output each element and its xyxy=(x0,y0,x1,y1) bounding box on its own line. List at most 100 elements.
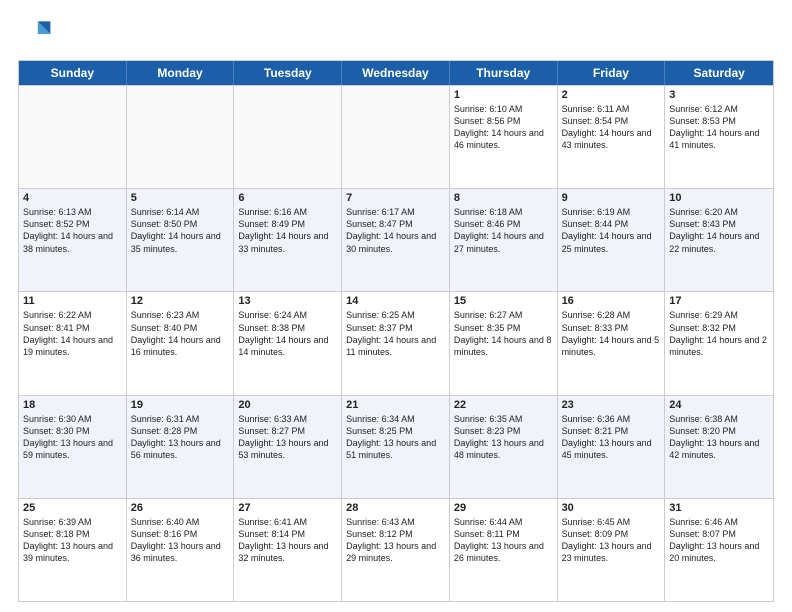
day-cell: 1Sunrise: 6:10 AM Sunset: 8:56 PM Daylig… xyxy=(450,86,558,188)
day-info: Sunrise: 6:28 AM Sunset: 8:33 PM Dayligh… xyxy=(562,309,661,358)
day-info: Sunrise: 6:16 AM Sunset: 8:49 PM Dayligh… xyxy=(238,206,337,255)
day-number: 4 xyxy=(23,192,122,204)
day-cell: 16 Sunrise: 6:28 AM Sunset: 8:33 PM Dayli… xyxy=(558,292,666,394)
day-cell: 15Sunrise: 6:27 AM Sunset: 8:35 PM Dayli… xyxy=(450,292,558,394)
day-number: 3 xyxy=(669,89,769,101)
week-row-4: 18 Sunrise: 6:30 AM Sunset: 8:30 PM Dayli… xyxy=(19,395,773,498)
day-cell xyxy=(19,86,127,188)
calendar: SundayMondayTuesdayWednesdayThursdayFrid… xyxy=(18,60,774,602)
day-info: Sunrise: 6:18 AM Sunset: 8:46 PM Dayligh… xyxy=(454,206,553,255)
day-cell: 30 Sunrise: 6:45 AM Sunset: 8:09 PM Dayli… xyxy=(558,499,666,601)
day-info: Sunrise: 6:43 AM Sunset: 8:12 PM Dayligh… xyxy=(346,516,445,565)
day-cell: 23 Sunrise: 6:36 AM Sunset: 8:21 PM Dayli… xyxy=(558,396,666,498)
day-info: Sunrise: 6:46 AM Sunset: 8:07 PM Dayligh… xyxy=(669,516,769,565)
day-cell: 7Sunrise: 6:17 AM Sunset: 8:47 PM Daylig… xyxy=(342,189,450,291)
day-cell: 27 Sunrise: 6:41 AM Sunset: 8:14 PM Dayli… xyxy=(234,499,342,601)
page: SundayMondayTuesdayWednesdayThursdayFrid… xyxy=(0,0,792,612)
week-row-1: 1Sunrise: 6:10 AM Sunset: 8:56 PM Daylig… xyxy=(19,85,773,188)
day-cell: 31 Sunrise: 6:46 AM Sunset: 8:07 PM Dayli… xyxy=(665,499,773,601)
day-info: Sunrise: 6:45 AM Sunset: 8:09 PM Dayligh… xyxy=(562,516,661,565)
day-number: 8 xyxy=(454,192,553,204)
day-info: Sunrise: 6:41 AM Sunset: 8:14 PM Dayligh… xyxy=(238,516,337,565)
day-info: Sunrise: 6:40 AM Sunset: 8:16 PM Dayligh… xyxy=(131,516,230,565)
day-info: Sunrise: 6:19 AM Sunset: 8:44 PM Dayligh… xyxy=(562,206,661,255)
day-info: Sunrise: 6:35 AM Sunset: 8:23 PM Dayligh… xyxy=(454,413,553,462)
day-cell: 20 Sunrise: 6:33 AM Sunset: 8:27 PM Dayli… xyxy=(234,396,342,498)
day-number: 29 xyxy=(454,502,553,514)
day-number: 13 xyxy=(238,295,337,307)
calendar-header: SundayMondayTuesdayWednesdayThursdayFrid… xyxy=(19,61,773,85)
day-cell: 13 Sunrise: 6:24 AM Sunset: 8:38 PM Dayli… xyxy=(234,292,342,394)
day-number: 26 xyxy=(131,502,230,514)
day-info: Sunrise: 6:33 AM Sunset: 8:27 PM Dayligh… xyxy=(238,413,337,462)
day-cell: 9 Sunrise: 6:19 AM Sunset: 8:44 PM Daylig… xyxy=(558,189,666,291)
day-info: Sunrise: 6:25 AM Sunset: 8:37 PM Dayligh… xyxy=(346,309,445,358)
day-info: Sunrise: 6:12 AM Sunset: 8:53 PM Dayligh… xyxy=(669,103,769,152)
day-info: Sunrise: 6:31 AM Sunset: 8:28 PM Dayligh… xyxy=(131,413,230,462)
day-info: Sunrise: 6:38 AM Sunset: 8:20 PM Dayligh… xyxy=(669,413,769,462)
day-info: Sunrise: 6:24 AM Sunset: 8:38 PM Dayligh… xyxy=(238,309,337,358)
day-number: 19 xyxy=(131,399,230,411)
day-cell: 11Sunrise: 6:22 AM Sunset: 8:41 PM Dayli… xyxy=(19,292,127,394)
day-info: Sunrise: 6:36 AM Sunset: 8:21 PM Dayligh… xyxy=(562,413,661,462)
day-number: 12 xyxy=(131,295,230,307)
day-info: Sunrise: 6:11 AM Sunset: 8:54 PM Dayligh… xyxy=(562,103,661,152)
day-info: Sunrise: 6:39 AM Sunset: 8:18 PM Dayligh… xyxy=(23,516,122,565)
day-info: Sunrise: 6:14 AM Sunset: 8:50 PM Dayligh… xyxy=(131,206,230,255)
day-cell: 28 Sunrise: 6:43 AM Sunset: 8:12 PM Dayli… xyxy=(342,499,450,601)
day-number: 24 xyxy=(669,399,769,411)
day-info: Sunrise: 6:30 AM Sunset: 8:30 PM Dayligh… xyxy=(23,413,122,462)
logo-icon xyxy=(18,16,54,52)
day-info: Sunrise: 6:34 AM Sunset: 8:25 PM Dayligh… xyxy=(346,413,445,462)
header xyxy=(18,16,774,52)
day-number: 2 xyxy=(562,89,661,101)
day-cell: 18 Sunrise: 6:30 AM Sunset: 8:30 PM Dayli… xyxy=(19,396,127,498)
day-number: 1 xyxy=(454,89,553,101)
day-number: 18 xyxy=(23,399,122,411)
day-number: 9 xyxy=(562,192,661,204)
header-thursday: Thursday xyxy=(450,61,558,85)
day-cell: 29 Sunrise: 6:44 AM Sunset: 8:11 PM Dayli… xyxy=(450,499,558,601)
day-info: Sunrise: 6:13 AM Sunset: 8:52 PM Dayligh… xyxy=(23,206,122,255)
day-cell: 4 Sunrise: 6:13 AM Sunset: 8:52 PM Daylig… xyxy=(19,189,127,291)
day-info: Sunrise: 6:17 AM Sunset: 8:47 PM Dayligh… xyxy=(346,206,445,255)
day-info: Sunrise: 6:29 AM Sunset: 8:32 PM Dayligh… xyxy=(669,309,769,358)
day-number: 6 xyxy=(238,192,337,204)
day-cell: 17 Sunrise: 6:29 AM Sunset: 8:32 PM Dayli… xyxy=(665,292,773,394)
day-number: 27 xyxy=(238,502,337,514)
day-cell: 6 Sunrise: 6:16 AM Sunset: 8:49 PM Daylig… xyxy=(234,189,342,291)
day-cell: 2 Sunrise: 6:11 AM Sunset: 8:54 PM Daylig… xyxy=(558,86,666,188)
day-number: 30 xyxy=(562,502,661,514)
day-cell: 25 Sunrise: 6:39 AM Sunset: 8:18 PM Dayli… xyxy=(19,499,127,601)
day-number: 10 xyxy=(669,192,769,204)
day-cell: 10Sunrise: 6:20 AM Sunset: 8:43 PM Dayli… xyxy=(665,189,773,291)
day-cell xyxy=(234,86,342,188)
header-friday: Friday xyxy=(558,61,666,85)
day-number: 25 xyxy=(23,502,122,514)
header-saturday: Saturday xyxy=(665,61,773,85)
day-cell xyxy=(127,86,235,188)
day-info: Sunrise: 6:44 AM Sunset: 8:11 PM Dayligh… xyxy=(454,516,553,565)
day-number: 21 xyxy=(346,399,445,411)
header-monday: Monday xyxy=(127,61,235,85)
header-wednesday: Wednesday xyxy=(342,61,450,85)
logo xyxy=(18,16,58,52)
day-number: 23 xyxy=(562,399,661,411)
day-cell: 26 Sunrise: 6:40 AM Sunset: 8:16 PM Dayli… xyxy=(127,499,235,601)
week-row-3: 11Sunrise: 6:22 AM Sunset: 8:41 PM Dayli… xyxy=(19,291,773,394)
day-number: 16 xyxy=(562,295,661,307)
day-number: 31 xyxy=(669,502,769,514)
day-cell: 14Sunrise: 6:25 AM Sunset: 8:37 PM Dayli… xyxy=(342,292,450,394)
header-tuesday: Tuesday xyxy=(234,61,342,85)
day-cell: 22Sunrise: 6:35 AM Sunset: 8:23 PM Dayli… xyxy=(450,396,558,498)
day-cell: 21 Sunrise: 6:34 AM Sunset: 8:25 PM Dayli… xyxy=(342,396,450,498)
day-number: 17 xyxy=(669,295,769,307)
day-number: 15 xyxy=(454,295,553,307)
week-row-2: 4 Sunrise: 6:13 AM Sunset: 8:52 PM Daylig… xyxy=(19,188,773,291)
day-number: 28 xyxy=(346,502,445,514)
day-cell: 8 Sunrise: 6:18 AM Sunset: 8:46 PM Daylig… xyxy=(450,189,558,291)
week-row-5: 25 Sunrise: 6:39 AM Sunset: 8:18 PM Dayli… xyxy=(19,498,773,601)
day-cell: 12Sunrise: 6:23 AM Sunset: 8:40 PM Dayli… xyxy=(127,292,235,394)
day-number: 20 xyxy=(238,399,337,411)
calendar-body: 1Sunrise: 6:10 AM Sunset: 8:56 PM Daylig… xyxy=(19,85,773,601)
